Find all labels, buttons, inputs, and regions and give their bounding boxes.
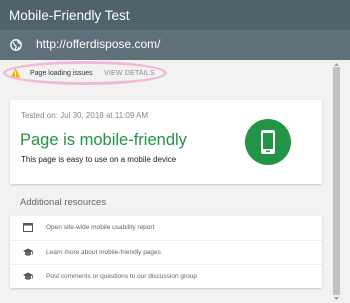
- globe-icon: [10, 39, 22, 51]
- resource-item-label: Post comments or questions to our discus…: [46, 273, 198, 280]
- url-text[interactable]: http://offerdispose.com/: [36, 37, 161, 52]
- highlight-annotation: [3, 61, 167, 85]
- result-title: Page is mobile-friendly: [20, 131, 187, 149]
- mobile-phone-icon: [261, 130, 275, 154]
- resource-item-usability-report[interactable]: Open site-wide mobile usability report: [10, 216, 322, 240]
- app-title: Mobile-Friendly Test: [9, 8, 130, 23]
- scroll-up-arrow-icon[interactable]: [333, 61, 340, 67]
- resource-item-learn-more[interactable]: Learn more about mobile-friendly pages: [10, 240, 322, 264]
- additional-resources-heading: Additional resources: [20, 197, 107, 208]
- resource-item-label: Learn more about mobile-friendly pages: [46, 249, 161, 256]
- mobile-friendly-test-app: Mobile-Friendly Test http://offerdispose…: [0, 0, 350, 303]
- tested-on-timestamp: Tested on: Jul 30, 2018 at 11:09 AM: [21, 111, 149, 120]
- graduation-cap-icon: [23, 272, 33, 280]
- scroll-down-arrow-icon[interactable]: [333, 296, 340, 302]
- graduation-cap-icon: [23, 248, 33, 256]
- report-icon: [23, 223, 33, 232]
- resource-item-label: Open site-wide mobile usability report: [46, 224, 155, 231]
- scrollbar-thumb[interactable]: [333, 67, 340, 295]
- resource-item-discussion-group[interactable]: Post comments or questions to our discus…: [10, 264, 322, 288]
- result-description: This page is easy to use on a mobile dev…: [21, 155, 177, 164]
